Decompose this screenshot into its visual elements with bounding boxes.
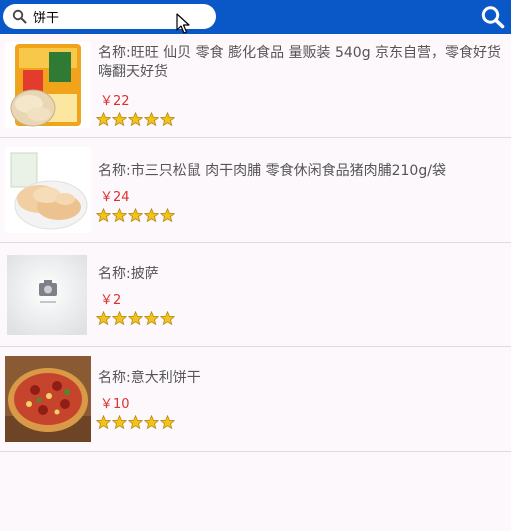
star-icon (112, 415, 127, 430)
product-price: ￥24 (100, 190, 130, 205)
star-icon (128, 415, 143, 430)
star-icon (144, 311, 159, 326)
star-icon (128, 112, 143, 127)
product-name: 名称:市三只松鼠 肉干肉脯 零食休闲食品猪肉脯210g/袋 (98, 163, 446, 179)
rice-cracker-bag-image (5, 42, 91, 128)
star-icon (96, 112, 111, 127)
star-icon (128, 311, 143, 326)
pizza-image (5, 356, 91, 442)
star-icon (144, 112, 159, 127)
product-item[interactable]: 名称:意大利饼干 ￥10 (0, 347, 511, 452)
product-price: ￥10 (100, 397, 130, 412)
star-icon (112, 311, 127, 326)
star-icon (128, 208, 143, 223)
star-icon (96, 208, 111, 223)
star-icon (160, 415, 175, 430)
star-icon (160, 208, 175, 223)
product-name: 名称:披萨 (98, 266, 159, 282)
search-icon[interactable] (480, 5, 506, 29)
rating-stars (96, 415, 176, 431)
top-bar (0, 0, 511, 34)
product-item[interactable]: 名称:旺旺 仙贝 零食 膨化食品 量贩装 540g 京东自营，零食好货嗨翻天好货… (0, 34, 511, 138)
product-name: 名称:意大利饼干 (98, 370, 201, 386)
star-icon (96, 311, 111, 326)
placeholder-image (5, 255, 91, 341)
star-icon (160, 112, 175, 127)
pork-jerky-image (5, 147, 91, 233)
rating-stars (96, 208, 176, 224)
product-name: 名称:旺旺 仙贝 零食 膨化食品 量贩装 540g 京东自营，零食好货嗨翻天好货 (98, 45, 502, 80)
product-item[interactable]: 名称:披萨 ￥2 (0, 243, 511, 347)
product-price: ￥2 (100, 293, 122, 308)
star-icon (144, 208, 159, 223)
star-icon (96, 415, 111, 430)
star-icon (144, 415, 159, 430)
product-price: ￥22 (100, 94, 130, 109)
star-icon (112, 208, 127, 223)
star-icon (160, 311, 175, 326)
rating-stars (96, 112, 176, 128)
mouse-cursor-icon (176, 13, 190, 34)
star-icon (112, 112, 127, 127)
rating-stars (96, 311, 176, 327)
product-item[interactable]: 名称:市三只松鼠 肉干肉脯 零食休闲食品猪肉脯210g/袋 ￥24 (0, 138, 511, 243)
search-icon (12, 9, 27, 24)
